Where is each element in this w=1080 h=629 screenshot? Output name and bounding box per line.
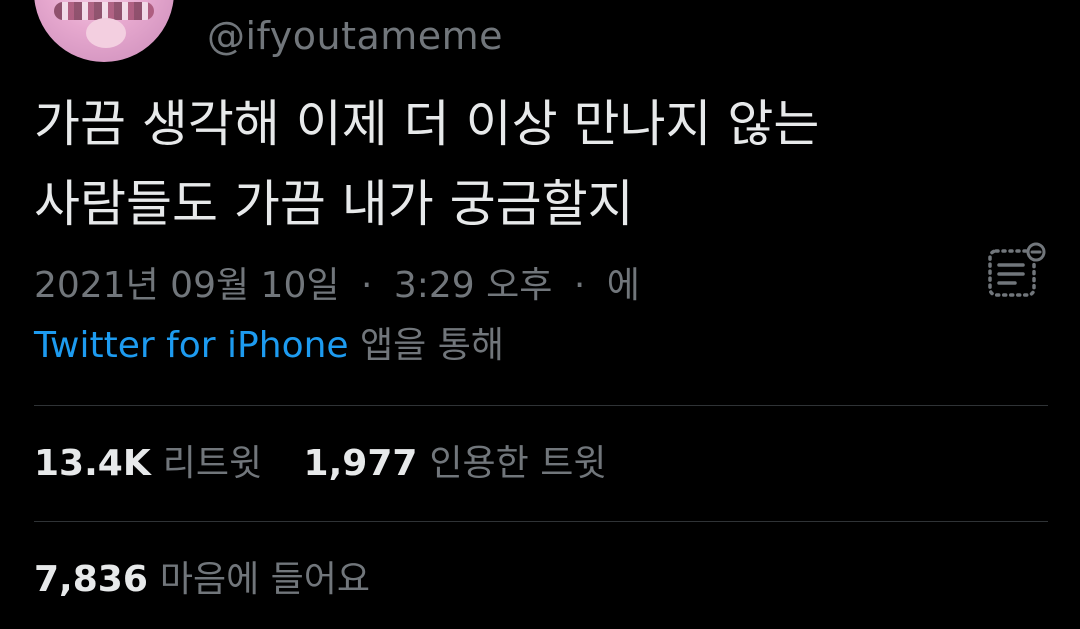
likes-stats-row: 7,836 마음에 들어요 (34, 556, 400, 604)
tweet-time[interactable]: 3:29 오후 (394, 265, 553, 306)
likes-label: 마음에 들어요 (159, 559, 371, 600)
avatar-face (86, 18, 126, 48)
quotes-count: 1,977 (303, 443, 418, 484)
divider (34, 521, 1048, 522)
separator-dot: · (573, 265, 586, 306)
tweet-source-row: Twitter for iPhone 앱을 통해 (34, 322, 504, 370)
author-handle[interactable]: @ifyoutameme (207, 12, 503, 60)
avatar[interactable] (34, 0, 174, 62)
analytics-icon[interactable] (985, 242, 1049, 302)
tweet-date[interactable]: 2021년 09월 10일 (34, 265, 339, 306)
engagement-stats-row: 13.4K 리트윗 1,977 인용한 트윗 (34, 440, 636, 488)
source-link[interactable]: Twitter for iPhone (34, 325, 349, 366)
source-suffix: 앱을 통해 (360, 325, 504, 366)
likes-stat[interactable]: 7,836 마음에 들어요 (34, 556, 370, 604)
divider (34, 405, 1048, 406)
separator-dot: · (360, 265, 373, 306)
tweet-text-line-2: 사람들도 가끔 내가 궁금할지 (34, 175, 634, 233)
tweet-text: 가끔 생각해 이제 더 이상 만나지 않는 사람들도 가끔 내가 궁금할지 (34, 84, 1034, 244)
quotes-label: 인용한 트윗 (429, 443, 607, 484)
likes-count: 7,836 (34, 559, 148, 600)
retweets-label: 리트윗 (162, 443, 263, 484)
via-prefix: 에 (606, 265, 640, 306)
tweet-timestamp-row: 2021년 09월 10일 · 3:29 오후 · 에 (34, 262, 640, 310)
retweets-count: 13.4K (34, 443, 151, 484)
tweet-text-line-1: 가끔 생각해 이제 더 이상 만나지 않는 (34, 95, 820, 153)
retweets-stat[interactable]: 13.4K 리트윗 (34, 440, 262, 488)
quotes-stat[interactable]: 1,977 인용한 트윗 (304, 440, 607, 488)
